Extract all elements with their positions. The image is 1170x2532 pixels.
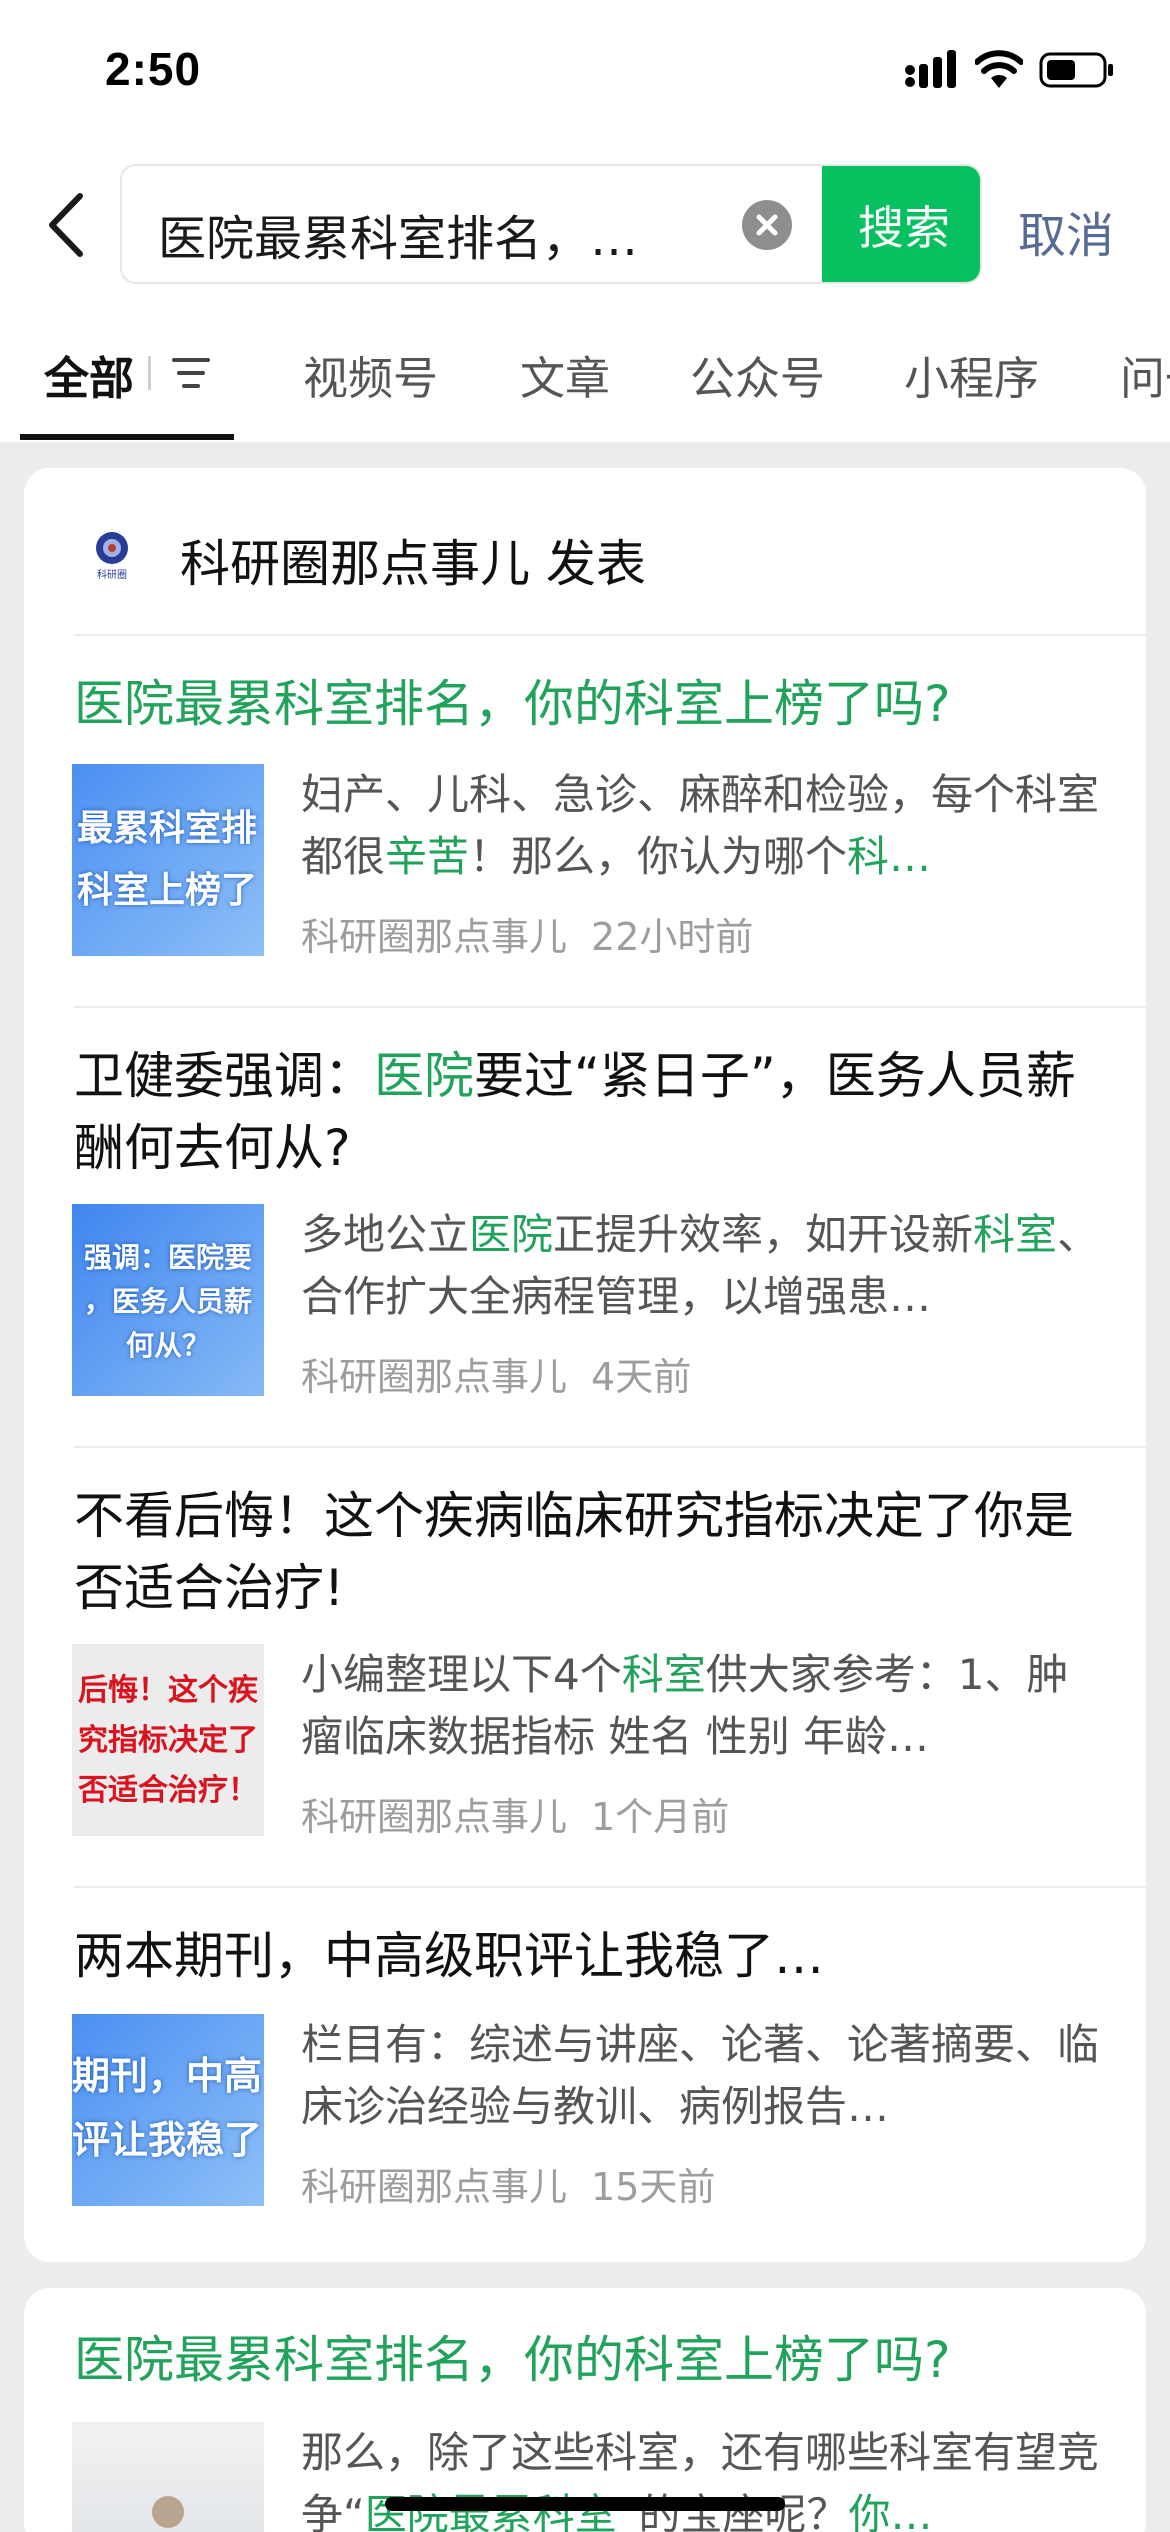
filter-icon[interactable] xyxy=(148,352,218,396)
account-card: 科研圈 科研圈那点事儿 发表 医院最累科室排名，你的科室上榜了吗? 最累科室排 … xyxy=(24,468,1146,2262)
article-snippet: 小编整理以下4个科室供大家参考：1、肿瘤临床数据指标 姓名 性别 年龄… xyxy=(301,1650,1069,1761)
article-snippet: 那么，除了这些科室，还有哪些科室有望竞争“医院最累科室”的宝座呢？你… xyxy=(301,2428,1100,2532)
article-meta: 科研圈那点事儿 4天前 xyxy=(301,1346,715,1401)
signal-icon xyxy=(905,50,956,88)
article-item[interactable]: 卫健委强调：医院要过“紧日子”，医务人员薪酬何去何从? 强调：医院要 ，医务人员… xyxy=(24,1040,1146,1460)
thumbnail-text: 科室上榜了 xyxy=(76,870,257,911)
article-thumbnail[interactable] xyxy=(72,2422,264,2532)
thumbnail-text: 后悔！这个疾 xyxy=(78,1673,258,1708)
search-button[interactable]: 搜索 xyxy=(822,166,980,282)
thumbnail-text: 强调：医院要 xyxy=(83,1241,252,1274)
article-title[interactable]: 不看后悔！这个疾病临床研究指标决定了你是否适合治疗! xyxy=(74,1480,1094,1624)
tab-bar: 全部 视频号 文章 公众号 小程序 问一 xyxy=(0,330,1170,442)
article-source: 科研圈那点事儿 xyxy=(301,2165,568,2209)
card-header[interactable]: 科研圈 科研圈那点事儿 发表 xyxy=(24,468,1146,636)
tab-channels[interactable]: 视频号 xyxy=(303,342,438,407)
divider xyxy=(74,634,1146,636)
article-thumbnail[interactable]: 强调：医院要 ，医务人员薪 何从？ xyxy=(72,1204,264,1396)
avatar[interactable]: 科研圈 xyxy=(82,524,142,584)
thumbnail-text: ，医务人员薪 xyxy=(83,1285,252,1318)
search-input[interactable]: 医院最累科室排名，… xyxy=(158,199,718,269)
article-title[interactable]: 医院最累科室排名，你的科室上榜了吗? xyxy=(74,2324,1094,2396)
article-time: 4天前 xyxy=(591,1355,692,1399)
clear-icon[interactable] xyxy=(742,200,792,250)
author-name[interactable]: 科研圈那点事儿 发表 xyxy=(180,524,646,596)
status-icons xyxy=(905,50,1115,100)
article-snippet: 栏目有：综述与讲座、论著、论著摘要、临床诊治经验与教训、病例报告… xyxy=(301,2020,1100,2131)
thumbnail-text: 究指标决定了 xyxy=(78,1723,258,1758)
article-meta: 科研圈那点事儿 15天前 xyxy=(301,2156,739,2211)
svg-text:科研圈: 科研圈 xyxy=(97,568,127,581)
person-icon xyxy=(152,2496,184,2528)
article-thumbnail[interactable]: 后悔！这个疾 究指标决定了 否适合治疗！ xyxy=(72,1644,264,1836)
article-meta: 科研圈那点事儿 1个月前 xyxy=(301,1786,753,1841)
article-item[interactable]: 不看后悔！这个疾病临床研究指标决定了你是否适合治疗! 后悔！这个疾 究指标决定了… xyxy=(24,1480,1146,1900)
article-thumbnail[interactable]: 最累科室排 科室上榜了 xyxy=(72,764,264,956)
article-time: 1个月前 xyxy=(591,1795,730,1839)
thumbnail-text: 最累科室排 xyxy=(76,808,257,849)
article-title[interactable]: 两本期刊，中高级职评让我稳了… xyxy=(74,1920,1094,1992)
chevron-left-icon xyxy=(49,193,83,257)
divider xyxy=(74,1446,1146,1448)
cancel-button[interactable]: 取消 xyxy=(1018,196,1114,266)
divider xyxy=(74,1006,1146,1008)
top-bar: 2:50 医院最累科室排名，… 搜索 取消 全部 视频号 文章 公众号 小程序 … xyxy=(0,0,1170,442)
tab-articles[interactable]: 文章 xyxy=(520,342,610,407)
thumbnail-text: 期刊，中高 xyxy=(72,2054,262,2098)
article-snippet: 多地公立医院正提升效率，如开设新科室、合作扩大全病程管理，以增强患… xyxy=(301,1210,1100,1321)
article-item[interactable]: 医院最累科室排名，你的科室上榜了吗? 最累科室排 科室上榜了 妇产、儿科、急诊、… xyxy=(24,668,1146,1088)
tab-all[interactable]: 全部 xyxy=(44,342,134,407)
article-time: 22小时前 xyxy=(591,915,754,959)
tab-official-accounts[interactable]: 公众号 xyxy=(690,342,825,407)
article-meta: 科研圈那点事儿 22小时前 xyxy=(301,906,777,961)
article-title[interactable]: 卫健委强调：医院要过“紧日子”，医务人员薪酬何去何从? xyxy=(74,1040,1094,1184)
thumbnail-text: 评让我稳了 xyxy=(72,2118,262,2162)
wifi-icon xyxy=(975,50,1023,88)
article-source: 科研圈那点事儿 xyxy=(301,915,568,959)
article-snippet: 妇产、儿科、急诊、麻醉和检验，每个科室都很辛苦！那么，你认为哪个科… xyxy=(301,770,1100,881)
divider xyxy=(74,1886,1146,1888)
back-button[interactable] xyxy=(40,190,94,260)
tab-ask[interactable]: 问一 xyxy=(1120,342,1170,407)
article-thumbnail[interactable]: 期刊，中高 评让我稳了 xyxy=(72,2014,264,2206)
thumbnail-text: 何从？ xyxy=(125,1329,210,1362)
battery-icon xyxy=(1039,52,1113,88)
search-box[interactable]: 医院最累科室排名，… 搜索 xyxy=(120,164,982,284)
tab-underline xyxy=(20,434,234,440)
article-item[interactable]: 两本期刊，中高级职评让我稳了… 期刊，中高 评让我稳了 栏目有：综述与讲座、论著… xyxy=(24,1920,1146,2250)
status-time: 2:50 xyxy=(105,43,202,95)
article-time: 15天前 xyxy=(591,2165,716,2209)
home-indicator xyxy=(385,2497,785,2511)
thumbnail-text: 否适合治疗！ xyxy=(78,1773,258,1808)
article-source: 科研圈那点事儿 xyxy=(301,1355,568,1399)
article-title[interactable]: 医院最累科室排名，你的科室上榜了吗? xyxy=(74,668,1094,740)
tab-mini-programs[interactable]: 小程序 xyxy=(904,342,1039,407)
article-source: 科研圈那点事儿 xyxy=(301,1795,568,1839)
article-card[interactable]: 医院最累科室排名，你的科室上榜了吗? 那么，除了这些科室，还有哪些科室有望竞争“… xyxy=(24,2288,1146,2532)
